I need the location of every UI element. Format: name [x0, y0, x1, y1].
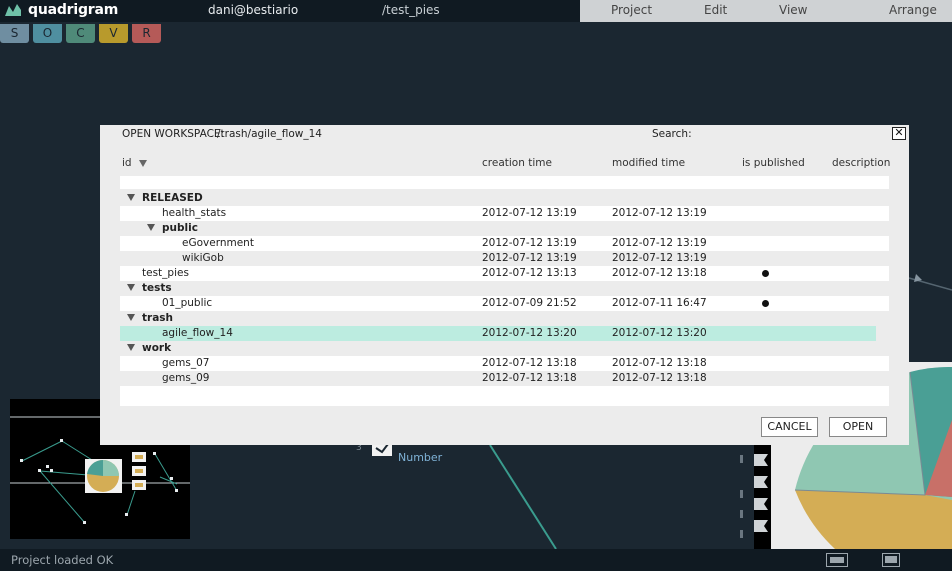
folder-row[interactable]: RELEASED — [120, 191, 889, 206]
row-creation-time: 2012-07-12 13:20 — [482, 327, 577, 339]
row-name: RELEASED — [142, 192, 203, 204]
close-icon[interactable]: ✕ — [892, 127, 906, 140]
row-name: gems_09 — [162, 372, 210, 384]
row-creation-time: 2012-07-12 13:13 — [482, 267, 577, 279]
status-text: Project loaded OK — [11, 553, 114, 567]
row-name: agile_flow_14 — [162, 327, 233, 339]
column-id-label: id — [122, 157, 132, 169]
row-creation-time: 2012-07-12 13:19 — [482, 237, 577, 249]
expand-triangle-icon[interactable] — [127, 284, 135, 291]
row-modified-time: 2012-07-12 13:18 — [612, 357, 707, 369]
row-modified-time: 2012-07-12 13:18 — [612, 267, 707, 279]
table-row[interactable]: gems_07 2012-07-12 13:18 2012-07-12 13:18 — [120, 356, 889, 371]
row-modified-time: 2012-07-12 13:19 — [612, 207, 707, 219]
row-name: work — [142, 342, 172, 354]
column-id[interactable]: id — [122, 157, 147, 169]
sort-desc-icon[interactable] — [138, 159, 147, 167]
open-workspace-dialog: OPEN WORKSPACE: /trash/agile_flow_14 Sea… — [100, 125, 909, 445]
row-name: 01_public — [162, 297, 213, 309]
row-creation-time: 2012-07-12 13:19 — [482, 252, 577, 264]
filter-row[interactable] — [120, 176, 889, 189]
published-dot-icon — [762, 300, 769, 307]
row-name: eGovernment — [182, 237, 254, 249]
row-creation-time: 2012-07-12 13:18 — [482, 357, 577, 369]
column-description[interactable]: description — [832, 157, 890, 169]
expand-triangle-icon[interactable] — [127, 194, 135, 201]
table-row[interactable]: agile_flow_14 2012-07-12 13:20 2012-07-12 … — [120, 326, 876, 341]
row-name: trash — [142, 312, 174, 324]
folder-row[interactable]: trash — [120, 311, 889, 326]
search-label[interactable]: Search: — [652, 128, 692, 140]
table-row[interactable]: gems_09 2012-07-12 13:18 2012-07-12 13:18 — [120, 371, 889, 386]
row-modified-time: 2012-07-12 13:20 — [612, 327, 707, 339]
published-dot-icon — [762, 270, 769, 277]
column-is-published[interactable]: is published — [742, 157, 805, 169]
row-name: gems_07 — [162, 357, 210, 369]
expand-triangle-icon[interactable] — [147, 224, 155, 231]
screen-icon[interactable] — [882, 553, 900, 567]
column-modified-time[interactable]: modified time — [612, 157, 685, 169]
row-modified-time: 2012-07-11 16:47 — [612, 297, 707, 309]
row-creation-time: 2012-07-09 21:52 — [482, 297, 577, 309]
row-modified-time: 2012-07-12 13:19 — [612, 237, 707, 249]
row-name: tests — [142, 282, 172, 294]
node-label[interactable]: Number — [398, 451, 442, 464]
cancel-button[interactable]: CANCEL — [761, 417, 818, 437]
column-creation-time[interactable]: creation time — [482, 157, 552, 169]
row-creation-time: 2012-07-12 13:18 — [482, 372, 577, 384]
row-name: health_stats — [162, 207, 227, 219]
row-name: public — [162, 222, 198, 234]
row-modified-time: 2012-07-12 13:19 — [612, 252, 707, 264]
dialog-title: OPEN WORKSPACE: — [122, 128, 225, 140]
table-row[interactable]: wikiGob 2012-07-12 13:19 2012-07-12 13:19 — [120, 251, 889, 266]
dialog-title-path: /trash/agile_flow_14 — [217, 128, 322, 140]
row-name: wikiGob — [182, 252, 224, 264]
expand-triangle-icon[interactable] — [127, 314, 135, 321]
table-row[interactable]: test_pies 2012-07-12 13:13 2012-07-12 13:1… — [120, 266, 889, 281]
folder-row[interactable]: public — [120, 221, 889, 236]
row-modified-time: 2012-07-12 13:18 — [612, 372, 707, 384]
open-button[interactable]: OPEN — [829, 417, 887, 437]
tree-empty-area — [120, 386, 889, 406]
table-row[interactable]: 01_public 2012-07-09 21:52 2012-07-11 16:4… — [120, 296, 889, 311]
expand-triangle-icon[interactable] — [127, 344, 135, 351]
workspace-tree: RELEASED health_stats 2012-07-12 13:19 2012… — [120, 191, 889, 386]
status-bar: Project loaded OK — [0, 549, 952, 571]
table-row[interactable]: eGovernment 2012-07-12 13:19 2012-07-12 13… — [120, 236, 889, 251]
text-size-icon[interactable] — [826, 553, 848, 567]
row-creation-time: 2012-07-12 13:19 — [482, 207, 577, 219]
table-row[interactable]: health_stats 2012-07-12 13:19 2012-07-12 1… — [120, 206, 889, 221]
folder-row[interactable]: tests — [120, 281, 889, 296]
row-name: test_pies — [142, 267, 189, 279]
folder-row[interactable]: work — [120, 341, 889, 356]
